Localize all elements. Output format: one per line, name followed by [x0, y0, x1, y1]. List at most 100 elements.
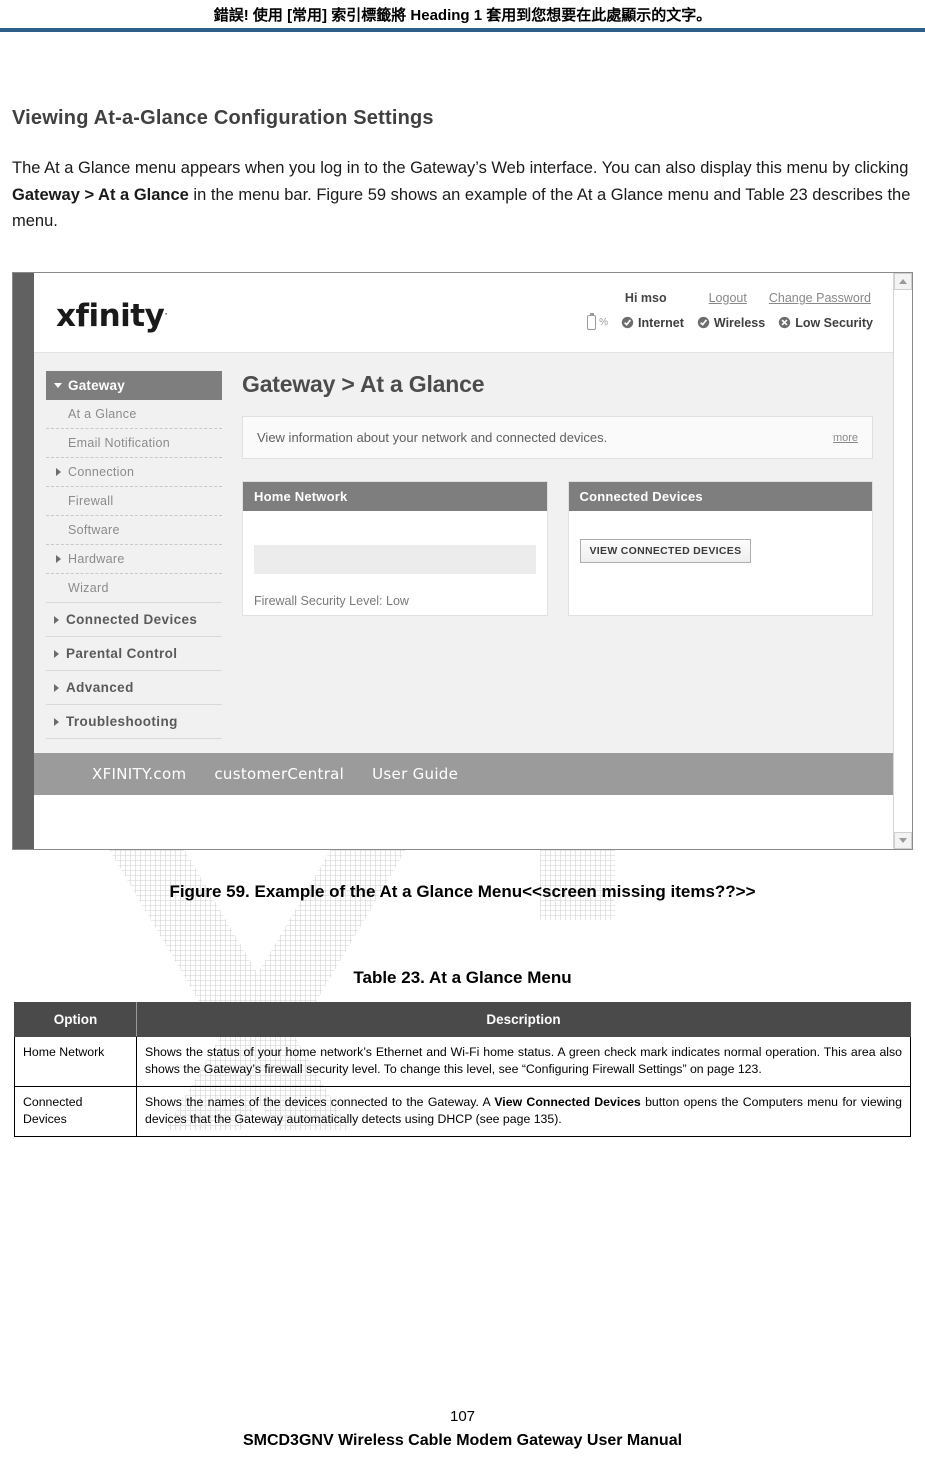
chevron-right-icon	[56, 468, 61, 476]
sidebar-item-label: Firewall	[68, 494, 114, 508]
more-link[interactable]: more	[833, 432, 858, 444]
sidebar-item-parental-control[interactable]: Parental Control	[46, 637, 222, 671]
check-circle-icon	[697, 316, 710, 329]
figure-caption: Figure 59. Example of the At a Glance Me…	[169, 882, 756, 901]
internet-status: Internet	[621, 316, 684, 330]
sidebar-item-hardware[interactable]: Hardware	[46, 545, 222, 574]
table-cell-option: Connected Devices	[14, 1085, 137, 1137]
table-header-row: Option Description	[14, 1002, 911, 1037]
wireless-status: Wireless	[697, 316, 765, 330]
sidebar-item-at-a-glance[interactable]: At a Glance	[46, 400, 222, 429]
sidebar-item-wizard[interactable]: Wizard	[46, 574, 222, 603]
check-circle-icon	[621, 316, 634, 329]
sidebar-item-label: Parental Control	[66, 646, 178, 661]
firewall-security-level: Firewall Security Level: Low	[243, 586, 547, 608]
sidebar-item-connected-devices[interactable]: Connected Devices	[46, 603, 222, 637]
panel-row: Home Network Firewall Security Level: Lo…	[242, 481, 873, 616]
firewall-security-level-label: Firewall Security Level:	[254, 594, 383, 608]
table-header-description: Description	[136, 1002, 911, 1037]
chevron-up-icon	[899, 279, 907, 284]
sidebar-item-connection[interactable]: Connection	[46, 458, 222, 487]
info-banner-text: View information about your network and …	[257, 430, 608, 445]
battery-status: %	[587, 313, 609, 330]
page-number: 107	[449, 1408, 476, 1425]
table-cell-description: Shows the status of your home network’s …	[136, 1036, 911, 1087]
home-network-panel-header: Home Network	[243, 482, 547, 511]
chevron-right-icon	[56, 555, 61, 563]
sidebar-item-label: At a Glance	[68, 407, 137, 421]
greeting-label: Hi mso	[624, 291, 667, 305]
sidebar-item-label: Troubleshooting	[66, 714, 178, 729]
sidebar-item-label: Software	[68, 523, 120, 537]
chevron-right-icon	[54, 615, 59, 624]
footer-link-user-guide[interactable]: User Guide	[372, 765, 458, 783]
sidebar-item-firewall[interactable]: Firewall	[46, 487, 222, 516]
page-title: Viewing At-a-Glance Configuration Settin…	[12, 107, 434, 129]
sidebar-item-label: Hardware	[68, 552, 125, 566]
sidebar-item-troubleshooting[interactable]: Troubleshooting	[46, 705, 222, 739]
logout-link[interactable]: Logout	[709, 291, 747, 305]
scroll-down-button[interactable]	[894, 832, 912, 849]
sidebar-item-label: Advanced	[66, 680, 134, 695]
screenshot-left-margin-bar	[13, 273, 34, 849]
gateway-web-ui: xfinity. Hi mso Logout Change Password %	[34, 273, 893, 849]
connected-devices-panel-header: Connected Devices	[568, 482, 872, 511]
footer-link-xfinity-com[interactable]: XFINITY.com	[92, 765, 186, 783]
xfinity-logo-tm: .	[164, 304, 168, 318]
connected-devices-panel-body: VIEW CONNECTED DEVICES	[569, 511, 873, 575]
account-bar: Hi mso Logout Change Password	[625, 291, 871, 305]
sidebar-item-label: Gateway	[68, 378, 125, 393]
gateway-footer: XFINITY.com customerCentral User Guide	[34, 753, 893, 795]
status-indicator-bar: % Internet Wireless Low Security	[587, 313, 873, 330]
breadcrumb: Gateway > At a Glance	[242, 371, 485, 397]
page-footer: SMCD3GNV Wireless Cable Modem Gateway Us…	[242, 1432, 683, 1449]
battery-percent-label: %	[599, 317, 609, 328]
home-network-placeholder-strip	[254, 545, 536, 574]
desc-part1: Shows the status of your home network’s …	[145, 1045, 902, 1077]
footer-link-customer-central[interactable]: customerCentral	[214, 765, 344, 783]
firewall-security-level-value: Low	[386, 594, 409, 608]
view-connected-devices-button[interactable]: VIEW CONNECTED DEVICES	[579, 539, 752, 563]
change-password-link[interactable]: Change Password	[769, 291, 871, 305]
vertical-scrollbar[interactable]	[893, 273, 912, 849]
sidebar-item-label: Connection	[68, 465, 135, 479]
sidebar-item-email-notification[interactable]: Email Notification	[46, 429, 222, 458]
sidebar-item-label: Email Notification	[68, 436, 170, 450]
x-circle-icon	[779, 316, 791, 329]
table-row: Connected Devices Shows the names of the…	[14, 1085, 911, 1137]
battery-icon	[587, 313, 597, 330]
document-page: 錯誤! 使用 [常用] 索引標籤將 Heading 1 套用到您想要在此處顯示的…	[0, 0, 925, 1458]
chevron-right-icon	[54, 649, 59, 658]
intro-paragraph: The At a Glance menu appears when you lo…	[12, 155, 917, 235]
xfinity-logo-text: xfinity	[56, 298, 165, 334]
sidebar-item-advanced[interactable]: Advanced	[46, 671, 222, 705]
sidebar-item-software[interactable]: Software	[46, 516, 222, 545]
internet-status-label: Internet	[638, 315, 684, 330]
info-banner: View information about your network and …	[242, 416, 873, 459]
desc-bold: View Connected Devices	[494, 1094, 641, 1109]
header-rule	[0, 28, 925, 32]
running-header: 錯誤! 使用 [常用] 索引標籤將 Heading 1 套用到您想要在此處顯示的…	[213, 7, 712, 24]
sidebar-item-label: Connected Devices	[66, 612, 198, 627]
table-row: Home Network Shows the status of your ho…	[14, 1036, 911, 1087]
scroll-up-button[interactable]	[894, 273, 912, 290]
chevron-down-icon	[899, 838, 907, 843]
sidebar-item-gateway[interactable]: Gateway	[46, 371, 222, 400]
screenshot-figure: xfinity. Hi mso Logout Change Password %	[12, 272, 913, 850]
desc-part1: Shows the names of the devices connected…	[145, 1094, 495, 1109]
wireless-status-label: Wireless	[713, 315, 766, 330]
sidebar-item-label: Wizard	[68, 581, 109, 595]
xfinity-logo: xfinity.	[56, 298, 168, 334]
table-caption: Table 23. At a Glance Menu	[353, 968, 572, 987]
home-network-panel: Home Network Firewall Security Level: Lo…	[242, 481, 548, 616]
connected-devices-panel: Connected Devices VIEW CONNECTED DEVICES	[567, 481, 873, 616]
security-status-label: Low Security	[795, 315, 873, 330]
gateway-header: xfinity. Hi mso Logout Change Password %	[34, 273, 893, 353]
table-cell-option: Home Network	[14, 1036, 137, 1087]
home-network-panel-body	[243, 511, 547, 586]
table-header-option: Option	[14, 1002, 137, 1037]
chevron-down-icon	[54, 383, 62, 388]
security-status: Low Security	[778, 316, 873, 330]
chevron-right-icon	[54, 683, 59, 692]
sidebar-nav: Gateway At a Glance Email Notification C…	[34, 353, 234, 753]
